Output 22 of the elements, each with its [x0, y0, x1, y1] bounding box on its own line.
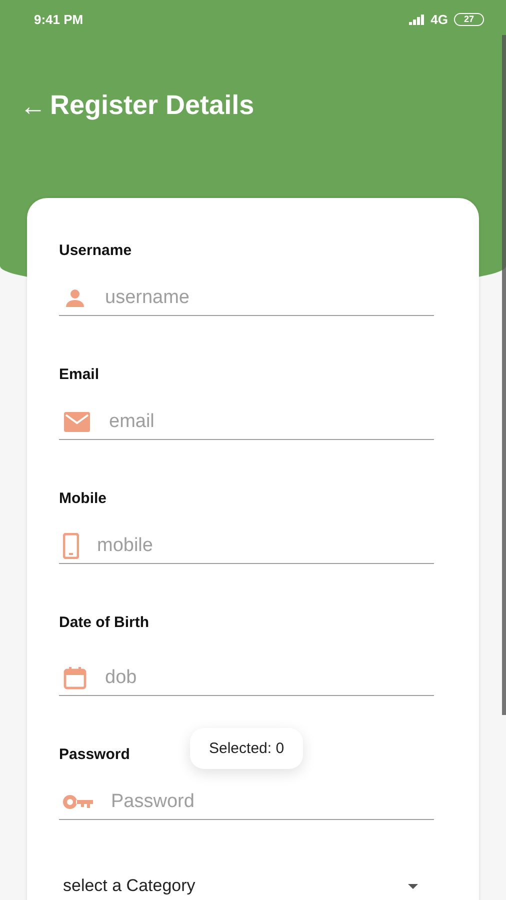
signal-icon — [408, 14, 425, 24]
field-label: Mobile — [59, 490, 106, 507]
field-label: Password — [59, 746, 130, 763]
input-field[interactable]: username — [105, 287, 434, 309]
caret-icon — [408, 884, 418, 888]
key-icon — [63, 795, 93, 809]
field-label: Date of Birth — [59, 614, 149, 631]
input-field[interactable]: Password — [111, 791, 434, 813]
page-title: Register Details — [50, 90, 254, 121]
field-label: Username — [59, 242, 132, 259]
battery-icon: 27 — [454, 12, 484, 26]
category-dropdown[interactable]: select a Category — [59, 876, 434, 896]
phone-icon — [63, 533, 79, 559]
input-field[interactable]: dob — [105, 667, 434, 689]
clock: 9:41 PM — [34, 12, 84, 26]
input-field[interactable]: mobile — [97, 535, 434, 557]
network-label: 4G — [430, 12, 448, 26]
input-field[interactable]: email — [109, 411, 434, 433]
field-label: Email — [59, 366, 100, 383]
toast: Selected: 0 — [190, 728, 304, 769]
calendar-icon — [63, 666, 87, 690]
mail-icon — [63, 412, 91, 432]
